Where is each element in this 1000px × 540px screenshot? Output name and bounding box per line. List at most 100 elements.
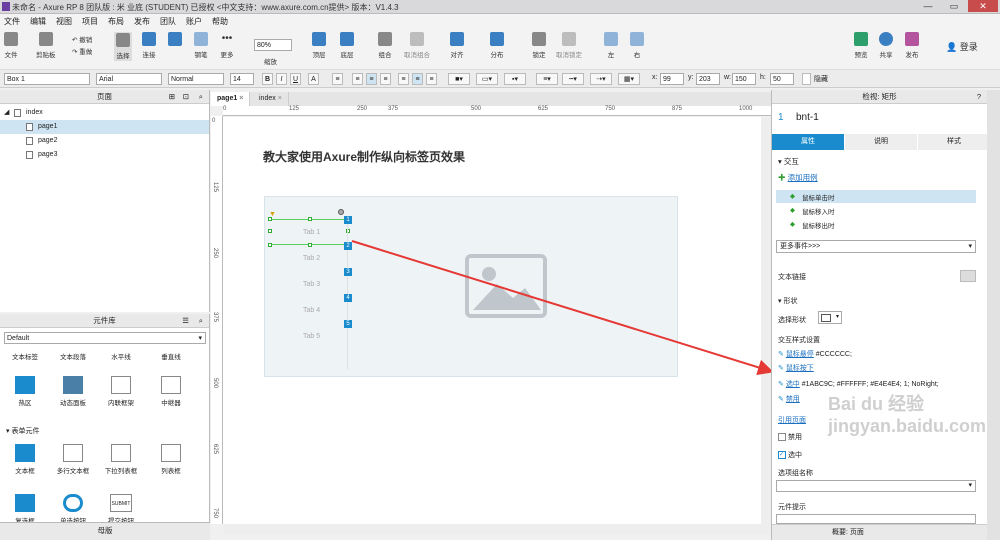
resize-handle[interactable] <box>308 243 312 247</box>
page-item-page2[interactable]: page2 <box>0 134 209 148</box>
bullet-button[interactable]: ≡ <box>332 73 343 85</box>
ref-page-link[interactable]: 引用页面 <box>778 415 806 425</box>
hidden-checkbox[interactable] <box>802 73 811 85</box>
group-button[interactable]: 组合 <box>378 32 392 59</box>
event-onclick[interactable]: ◆ 鼠标单击时 <box>788 192 835 202</box>
more-events-select[interactable]: 更多事件>>> ▾ <box>776 240 976 253</box>
menu-help[interactable]: 帮助 <box>212 16 228 27</box>
send-back-button[interactable]: 底层 <box>340 32 354 59</box>
widget-submit[interactable]: SUBMIT提交按钮 <box>96 494 146 525</box>
underline-button[interactable]: U <box>290 73 301 85</box>
vertical-scrollbar[interactable] <box>761 117 771 524</box>
search-icon[interactable]: ⌕ <box>199 314 203 328</box>
library-select[interactable]: Default ▾ <box>4 332 206 344</box>
rotate-handle[interactable] <box>338 209 344 215</box>
w-input[interactable]: 150 <box>732 73 756 85</box>
horizontal-scrollbar[interactable] <box>223 524 771 534</box>
y-input[interactable]: 203 <box>696 73 720 85</box>
disabled-style-row[interactable]: ✎ 禁用 <box>778 394 800 404</box>
connect-button[interactable]: 连接 <box>142 32 156 59</box>
event-mouseenter[interactable]: ◆ 鼠标移入时 <box>788 206 835 216</box>
lock-button[interactable]: 锁定 <box>532 32 546 59</box>
align-center-button[interactable]: ≡ <box>366 73 377 85</box>
font-size-select[interactable]: 14 <box>230 73 254 85</box>
add-page-icon[interactable]: ⊞ <box>169 90 175 104</box>
menu-view[interactable]: 视图 <box>56 16 72 27</box>
valign-top-button[interactable]: ≡ <box>398 73 409 85</box>
more-button[interactable]: ••• 更多 <box>220 32 234 59</box>
ungroup-button[interactable]: 取消组合 <box>404 32 430 59</box>
align-button[interactable]: 对齐 <box>450 32 464 59</box>
tab-2[interactable]: Tab 2 <box>303 255 320 262</box>
tab-5[interactable]: Tab 5 <box>303 333 320 340</box>
h-input[interactable]: 50 <box>770 73 794 85</box>
pen-button[interactable] <box>168 32 182 59</box>
minimize-button[interactable]: — <box>916 0 940 12</box>
select-button[interactable]: 选择 <box>114 32 132 61</box>
bring-front-button[interactable]: 顶层 <box>312 32 326 59</box>
text-link-button[interactable] <box>960 270 976 282</box>
menu-publish[interactable]: 发布 <box>134 16 150 27</box>
page-item-index[interactable]: ◢ index <box>0 106 209 120</box>
interaction-section[interactable]: ▾ 交互 <box>778 156 799 167</box>
widget-inline-frame[interactable]: 内联框架 <box>96 376 146 407</box>
hover-link[interactable]: 鼠标悬停 <box>786 351 814 358</box>
widget-text-label[interactable]: 文本标签 <box>0 351 50 361</box>
disabled-checkbox[interactable] <box>778 433 786 442</box>
shape-select[interactable]: ▾ <box>818 311 842 324</box>
tab-index[interactable]: index × <box>253 92 289 106</box>
zoom-select[interactable]: 80% <box>254 39 292 51</box>
line-width-button[interactable]: ≡▾ <box>536 73 558 85</box>
widget-droplist[interactable]: 下拉列表框 <box>96 444 146 475</box>
right-button[interactable]: 右 <box>630 32 644 59</box>
close-icon[interactable]: × <box>278 95 282 102</box>
preview-button[interactable]: 预览 <box>854 32 868 59</box>
font-family-select[interactable]: Arial <box>96 73 162 85</box>
valign-middle-button[interactable]: ≡ <box>412 73 423 85</box>
masters-panel-header[interactable]: 母版 <box>0 522 210 540</box>
mousedown-style-row[interactable]: ✎ 鼠标按下 <box>778 363 814 373</box>
menu-edit[interactable]: 编辑 <box>30 16 46 27</box>
tab-properties[interactable]: 属性 <box>772 134 844 150</box>
collapse-icon[interactable]: ◢ <box>4 106 9 120</box>
page-item-page1[interactable]: page1 <box>0 120 209 134</box>
widget-textarea[interactable]: 多行文本框 <box>48 444 98 475</box>
tab-style[interactable]: 样式 <box>918 134 990 150</box>
selected-checkbox-row[interactable]: ✓ 选中 <box>778 450 802 460</box>
italic-button[interactable]: I <box>276 73 287 85</box>
menu-project[interactable]: 项目 <box>82 16 98 27</box>
shape-section[interactable]: ▾ 形状 <box>778 296 797 306</box>
maximize-button[interactable]: ▭ <box>942 0 966 12</box>
add-folder-icon[interactable]: ⊡ <box>183 90 189 104</box>
resize-handle[interactable] <box>268 243 272 247</box>
menu-account[interactable]: 账户 <box>186 16 202 27</box>
disabled-link[interactable]: 禁用 <box>786 396 800 403</box>
widget-hotspot[interactable]: 热区 <box>0 376 50 407</box>
close-icon[interactable]: × <box>239 95 243 102</box>
resize-handle[interactable] <box>308 217 312 221</box>
file-button[interactable]: 文件 <box>4 32 18 59</box>
mousedown-link[interactable]: 鼠标按下 <box>786 365 814 372</box>
login-button[interactable]: 👤 登录 <box>946 40 978 53</box>
widget-name-input[interactable]: Box 1 <box>4 73 90 85</box>
form-section[interactable]: ▾ 表单元件 <box>6 426 39 436</box>
tab-page1[interactable]: page1 × <box>211 92 251 106</box>
redo-button[interactable]: ↷ 重做 <box>72 46 92 56</box>
menu-icon[interactable]: ☰ <box>182 314 189 328</box>
share-button[interactable]: 共享 <box>879 32 893 59</box>
event-mouseout[interactable]: ◆ 鼠标移出时 <box>788 220 835 230</box>
menu-team[interactable]: 团队 <box>160 16 176 27</box>
selected-link[interactable]: 选中 <box>786 381 800 388</box>
arrow-style-button[interactable]: ⇢▾ <box>590 73 612 85</box>
valign-bottom-button[interactable]: ≡ <box>426 73 437 85</box>
disabled-checkbox-row[interactable]: 禁用 <box>778 432 802 442</box>
tab-4[interactable]: Tab 4 <box>303 307 320 314</box>
x-input[interactable]: 99 <box>660 73 684 85</box>
font-color-button[interactable]: A <box>308 73 319 85</box>
widget-repeater[interactable]: 中继器 <box>146 376 196 407</box>
undo-button[interactable]: ↶ 撤销 <box>72 34 92 44</box>
widget-vline[interactable]: 垂直线 <box>146 351 196 361</box>
page-item-page3[interactable]: page3 <box>0 148 209 162</box>
menu-layout[interactable]: 布局 <box>108 16 124 27</box>
tab-1[interactable]: Tab 1 <box>303 229 320 236</box>
